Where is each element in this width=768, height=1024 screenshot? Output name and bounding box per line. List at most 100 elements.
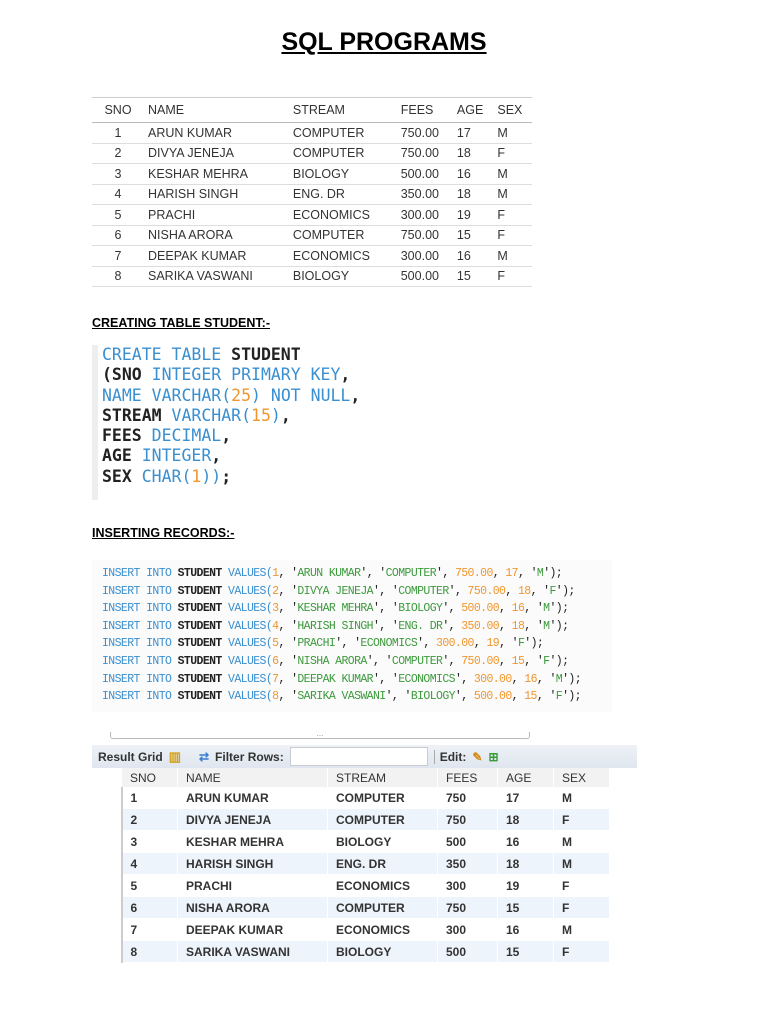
- cell-sno: 5: [92, 204, 144, 226]
- punct: ', ': [366, 654, 393, 668]
- cell-fees: 500.00: [396, 266, 453, 287]
- insert-statement: INSERT INTO STUDENT VALUES(2, 'DIVYA JEN…: [102, 583, 612, 601]
- cell-stream: ECONOMICS: [288, 204, 397, 226]
- code-keyword: VALUES(: [221, 619, 273, 633]
- punct: ',: [442, 602, 462, 616]
- add-row-icon[interactable]: ⊞: [488, 750, 498, 764]
- value-stream: COMPUTER: [398, 584, 449, 598]
- cell-sex: M: [493, 245, 532, 267]
- row-selector: [92, 852, 123, 875]
- value-stream: ECONOMICS: [398, 672, 455, 686]
- code-line: (SNO INTEGER PRIMARY KEY,: [102, 365, 412, 385]
- refresh-icon[interactable]: ⇄: [199, 750, 209, 764]
- cell-age: 19: [452, 204, 494, 226]
- code-keyword: VALUES(: [221, 654, 273, 668]
- value-fees: 500.00: [461, 602, 500, 616]
- code-token: CREATE TABLE: [102, 345, 232, 364]
- value-age: 15: [524, 690, 537, 704]
- filter-rows-label: Filter Rows:: [215, 749, 284, 764]
- table-name: STUDENT: [177, 672, 223, 686]
- grid-cell-age: 16: [497, 918, 554, 941]
- code-token: VARCHAR(: [171, 405, 252, 425]
- code-token: VARCHAR(: [151, 385, 232, 405]
- table-row: 2 DIVYA JENEJA COMPUTER 750.00 18 F: [92, 143, 532, 164]
- grid-cell-stream: BIOLOGY: [327, 830, 438, 853]
- result-grid-toolbar: Result Grid ▥ ⇄ Filter Rows: Edit: ✎ ⊞: [92, 745, 637, 768]
- grid-header-fees[interactable]: FEES: [437, 768, 498, 787]
- punct: ',: [442, 654, 462, 668]
- code-keyword: INSERT INTO: [102, 567, 178, 580]
- row-selector: [92, 808, 123, 831]
- code-token: SEX: [102, 466, 142, 486]
- code-token: ,: [211, 446, 222, 466]
- code-line: NAME VARCHAR(25) NOT NULL,: [102, 386, 412, 406]
- grid-row[interactable]: 1 ARUN KUMAR COMPUTER 750 17 M: [92, 787, 610, 809]
- grid-row[interactable]: 5 PRACHI ECONOMICS 300 19 F: [92, 874, 610, 897]
- punct: , ': [530, 584, 551, 598]
- value-fees: 750.00: [454, 567, 493, 580]
- insert-statement: INSERT INTO STUDENT VALUES(4, 'HARISH SI…: [102, 618, 612, 636]
- punct: ');: [562, 672, 582, 686]
- punct: , ': [524, 619, 544, 633]
- value-name: SARIKA VASWANI: [297, 690, 386, 704]
- punct: ', ': [373, 619, 399, 633]
- cell-name: SARIKA VASWANI: [144, 266, 289, 287]
- grid-row[interactable]: 6 NISHA ARORA COMPUTER 750 15 F: [92, 896, 610, 919]
- code-token: STUDENT: [231, 345, 301, 364]
- cell-age: 17: [452, 122, 494, 144]
- grid-row[interactable]: 7 DEEPAK KUMAR ECONOMICS 300 16 M: [92, 918, 610, 941]
- punct: ');: [562, 690, 582, 704]
- punct: ', ': [373, 672, 399, 686]
- grid-row[interactable]: 4 HARISH SINGH ENG. DR 350 18 M: [92, 852, 610, 875]
- edit-pencil-icon[interactable]: ✎: [472, 750, 482, 764]
- grid-cell-stream: ECONOMICS: [327, 918, 438, 941]
- punct: ');: [543, 567, 563, 580]
- code-keyword: VALUES(: [221, 567, 273, 580]
- value-age: 18: [517, 584, 531, 598]
- grid-cell-fees: 350: [437, 852, 498, 875]
- code-keyword: INSERT INTO: [102, 619, 178, 633]
- grid-cell-stream: ENG. DR: [327, 852, 438, 875]
- punct: , ': [278, 567, 298, 580]
- grid-header-name[interactable]: NAME: [177, 768, 328, 787]
- code-keyword: VALUES(: [221, 690, 273, 704]
- value-age: 17: [505, 567, 518, 580]
- grid-cell-age: 18: [497, 808, 554, 831]
- code-keyword: VALUES(: [221, 672, 273, 686]
- cell-name: PRACHI: [144, 204, 289, 226]
- punct: ',: [454, 672, 474, 686]
- value-fees: 750.00: [461, 654, 500, 668]
- cell-stream: COMPUTER: [288, 225, 397, 246]
- filter-rows-input[interactable]: [289, 747, 428, 766]
- punct: ', ': [335, 637, 361, 651]
- document-page: SQL PROGRAMS SNO NAME STREAM FEES AGE SEX 1 ARU…: [0, 0, 768, 1024]
- grid-row[interactable]: 3 KESHAR MEHRA BIOLOGY 500 16 M: [92, 830, 610, 853]
- value-name: ARUN KUMAR: [297, 567, 361, 580]
- grid-cell-name: SARIKA VASWANI: [177, 940, 328, 963]
- code-token: ) NOT NULL: [251, 385, 351, 405]
- cell-sex: M: [493, 184, 532, 205]
- grid-header-stream[interactable]: STREAM: [327, 768, 438, 787]
- grid-cell-sex: F: [553, 896, 610, 919]
- table-name: STUDENT: [177, 637, 223, 651]
- punct: ,: [473, 637, 487, 651]
- horizontal-scrollbar[interactable]: ...: [110, 730, 530, 739]
- grid-header-age[interactable]: AGE: [497, 768, 554, 787]
- grid-cell-age: 18: [497, 852, 554, 875]
- value-age: 16: [511, 602, 525, 616]
- grid-row[interactable]: 8 SARIKA VASWANI BIOLOGY 500 15 F: [92, 940, 610, 963]
- grid-layout-icon[interactable]: ▥: [169, 749, 181, 765]
- value-stream: ECONOMICS: [360, 637, 418, 651]
- value-name: NISHA ARORA: [297, 654, 367, 668]
- code-token: FEES: [102, 426, 152, 446]
- grid-cell-name: KESHAR MEHRA: [177, 830, 328, 853]
- value-stream: COMPUTER: [385, 567, 437, 580]
- punct: , ': [278, 584, 298, 598]
- cell-fees: 350.00: [396, 184, 453, 205]
- result-grid-tab[interactable]: Result Grid: [98, 750, 163, 764]
- grid-header-sno[interactable]: SNO: [121, 768, 178, 787]
- grid-header-sex[interactable]: SEX: [553, 768, 610, 787]
- grid-row[interactable]: 2 DIVYA JENEJA COMPUTER 750 18 F: [92, 808, 610, 831]
- grid-cell-sno: 7: [121, 918, 178, 941]
- grid-cell-age: 17: [497, 787, 554, 809]
